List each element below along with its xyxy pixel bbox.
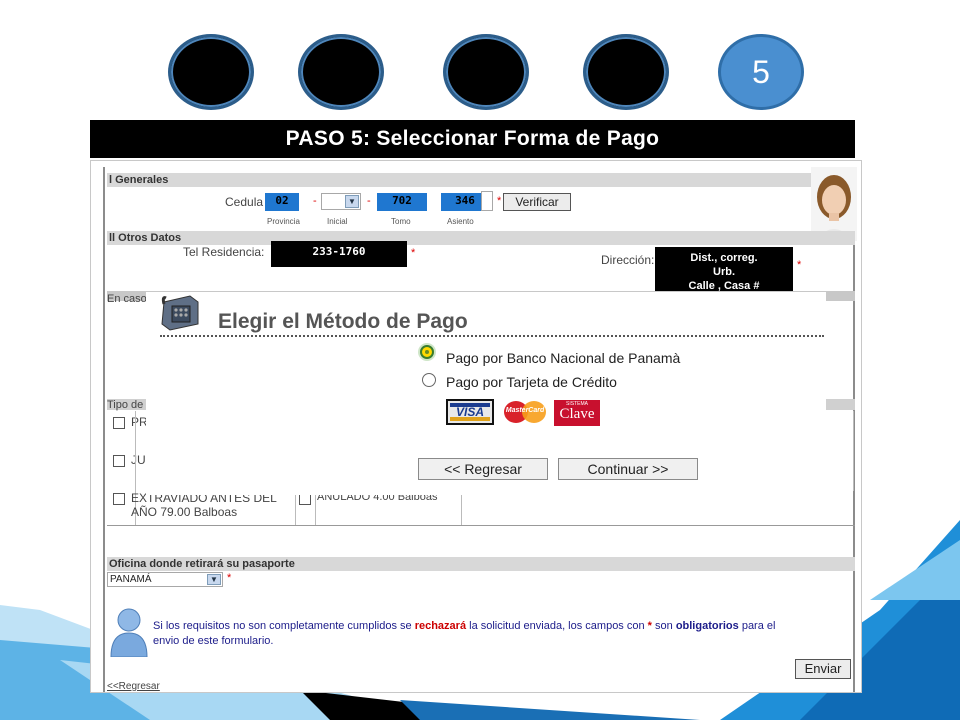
checkbox-extraviado[interactable] [113, 493, 125, 505]
step-3-circle [443, 34, 529, 110]
step-5-label: 5 [752, 53, 770, 90]
notice-text-2: la solicitud enviada, los campos con [466, 620, 648, 632]
table-line [107, 525, 855, 526]
row-ju-label: JU [131, 453, 146, 467]
mastercard-logo: MasterCard [502, 400, 548, 424]
tomo-field[interactable]: 702 [377, 193, 427, 211]
tel-label: Tel Residencia: [183, 245, 265, 259]
user-photo [811, 167, 857, 241]
notice-text-5: envio de este formulario. [153, 635, 274, 647]
direccion-label: Dirección: [601, 253, 655, 267]
checkbox-pr[interactable] [113, 417, 125, 429]
payment-method-dialog: Elegir el Método de Pago Pago por Banco … [146, 292, 826, 495]
tomo-sublabel: Tomo [391, 217, 411, 226]
row-extraviado-line-2: AÑO 79.00 Balboas [131, 505, 238, 519]
radio-bank[interactable] [420, 345, 434, 359]
send-button[interactable]: Enviar [795, 659, 851, 679]
back-button[interactable]: << Regresar [418, 458, 548, 480]
chevron-down-icon: ▼ [345, 195, 359, 208]
visa-label: VISA [456, 405, 485, 419]
dialog-title: Elegir el Método de Pago [218, 310, 468, 333]
option-card-label: Pago por Tarjeta de Crédito [446, 374, 617, 390]
required-star: * [227, 572, 232, 584]
provincia-sublabel: Provincia [267, 217, 300, 226]
direccion-line-1: Dist., correg. [690, 252, 758, 264]
checkbox-ju[interactable] [113, 455, 125, 467]
chevron-down-icon: ▼ [207, 574, 221, 585]
step-4-circle [583, 34, 669, 110]
dialog-divider [160, 335, 824, 337]
oficina-select[interactable]: PANAMÁ ▼ [107, 572, 223, 587]
asiento-sublabel: Asiento [447, 217, 474, 226]
row-extraviado-label: EXTRAVIADO ANTES DEL AÑO 79.00 Balboas [131, 491, 277, 519]
tipo-label: Tipo de [107, 399, 144, 411]
section-oficina-header: Oficina donde retirará su pasaporte [107, 557, 855, 571]
inicial-select[interactable]: ▼ [321, 193, 361, 210]
section-general-header: l Generales [107, 173, 855, 187]
cedula-label: Cedula [225, 195, 264, 209]
page-title: PASO 5: Seleccionar Forma de Pago [90, 120, 855, 158]
visa-logo: VISA [446, 399, 494, 425]
notice-text-3: son [651, 620, 676, 632]
verify-button[interactable]: Verificar [503, 193, 571, 211]
tel-field[interactable]: 233-1760 [271, 241, 407, 267]
step-5-circle: 5 [718, 34, 804, 110]
inicial-sublabel: Inicial [327, 217, 348, 226]
phone-icon [161, 295, 199, 331]
notice-required-word: obligatorios [675, 620, 739, 632]
clave-logo: SISTEMA Clave [554, 400, 600, 426]
direccion-field[interactable]: Dist., correg. Urb. Calle , Casa # [655, 247, 793, 293]
clave-label: Clave [559, 406, 595, 422]
user-info-icon [110, 608, 148, 657]
en-caso-label: En caso [107, 293, 147, 305]
option-bank-label: Pago por Banco Nacional de Panamà [446, 350, 681, 366]
table-line [853, 411, 854, 491]
dash: - [367, 195, 371, 207]
required-star: * [797, 259, 802, 271]
radio-card[interactable] [422, 373, 436, 387]
continue-button[interactable]: Continuar >> [558, 458, 698, 480]
section-otros-header: ll Otros Datos [107, 231, 855, 245]
step-2-circle [298, 34, 384, 110]
asiento-extra [481, 191, 493, 211]
provincia-field[interactable]: 02 [265, 193, 299, 211]
required-star: * [411, 247, 416, 259]
required-star: * [497, 195, 502, 207]
mastercard-label: MasterCard [505, 407, 545, 414]
notice-text-4: para el [738, 620, 776, 632]
oficina-value: PANAMÁ [110, 574, 152, 585]
back-link[interactable]: <<Regresar [107, 681, 160, 692]
dash: - [313, 195, 317, 207]
step-1-circle [168, 34, 254, 110]
direccion-line-2: Urb. [713, 266, 735, 278]
notice-reject-word: rechazará [414, 620, 467, 632]
notice-text-1: Si los requisitos no son completamente c… [153, 620, 415, 632]
requirements-notice: Si los requisitos no son completamente c… [153, 619, 843, 649]
